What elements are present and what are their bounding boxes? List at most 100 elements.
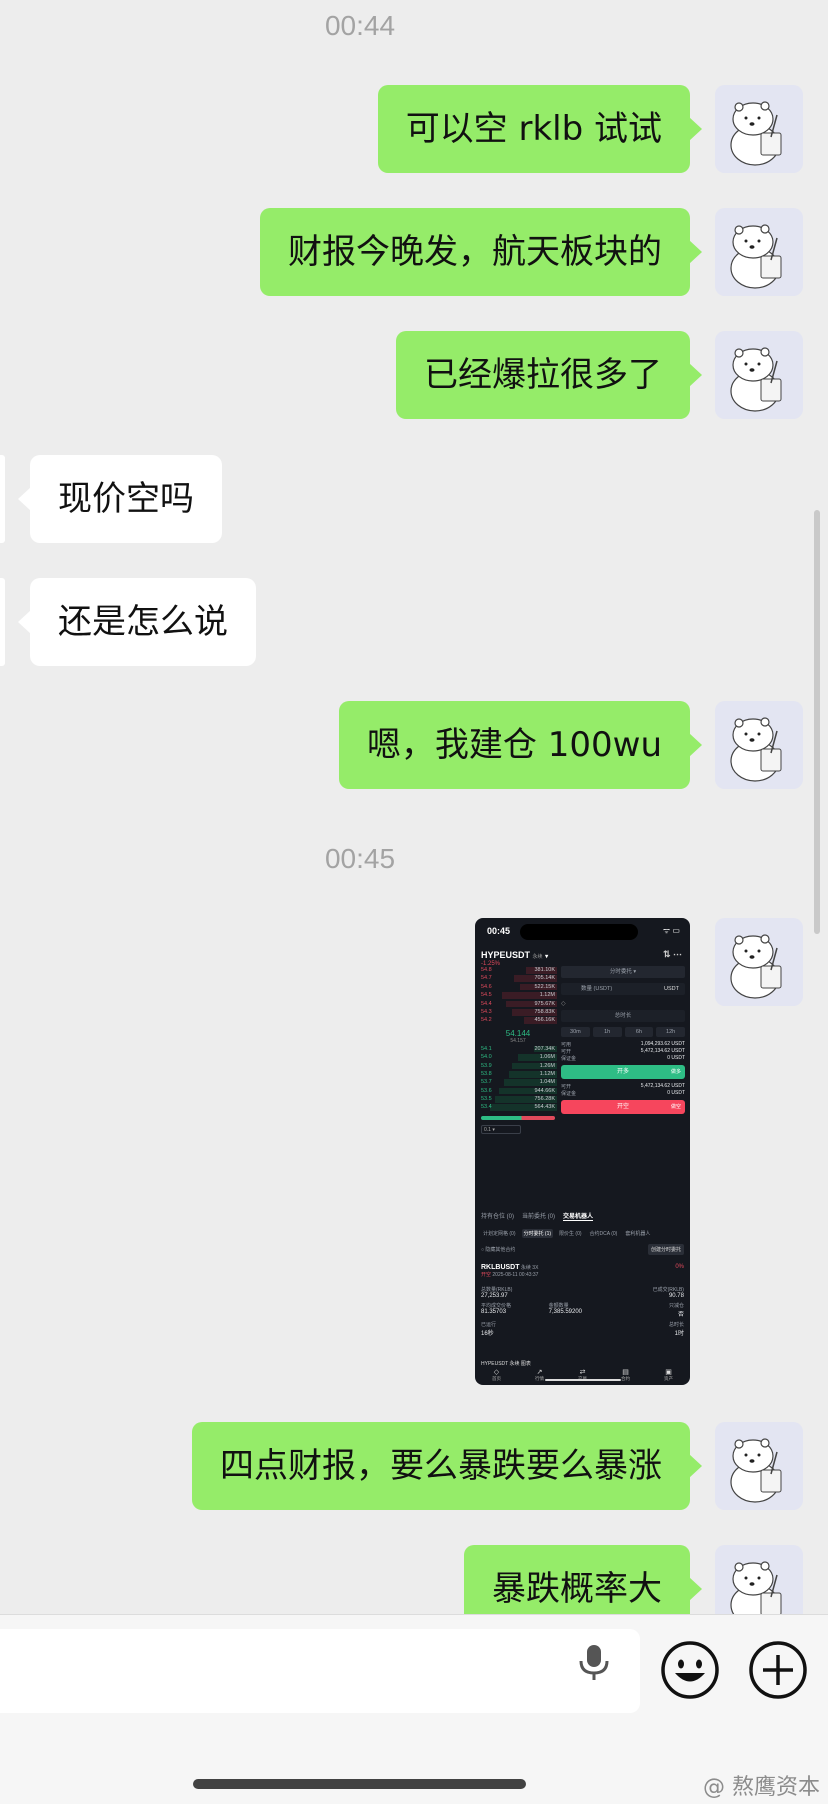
bid-price: 53.5 [481,1096,492,1103]
tab-trading-bots: 交易机器人 [563,1211,594,1221]
message-bubble-outgoing[interactable]: 可以空 rklb 试试 [377,85,703,173]
precision-select: 0.1 ▾ [481,1124,521,1134]
timestamp: 00:45 [324,843,396,874]
order-type-value: 分时委托 [609,969,632,975]
message-bubble-outgoing[interactable]: 已经爆拉很多了 [396,331,702,419]
subtab: 合约DCA (0) [589,1231,618,1237]
available-label: 可用 [561,1042,572,1048]
field-value: 27,253.97 [481,1293,508,1299]
duration-chip: 12h [656,1027,685,1037]
plus-icon[interactable] [748,1640,808,1700]
sender-avatar-edge[interactable] [0,455,5,543]
bid-qty: 207.34K [534,1045,556,1052]
ask-price: 54.8 [481,967,492,973]
message-input[interactable] [0,1629,640,1713]
ask-price: 54.6 [481,983,492,990]
assets-icon: ▣ [665,1369,672,1376]
bid-price: 53.7 [481,1079,492,1086]
open-short-label: 开空 [616,1104,629,1110]
sender-avatar-edge[interactable] [0,578,5,666]
duration-placeholder: 总时长 [614,1013,632,1019]
mark-price: 54.157 [510,1037,526,1044]
field-value: 90.78 [668,1293,684,1299]
nav-label: 行情 [535,1376,544,1381]
polar-bear-avatar-icon [715,1545,803,1614]
order-type-select: 分时委托 ▾ [561,966,685,978]
nav-item-futures: ▤ 合约 [621,1368,630,1382]
pair-tag: 永续 [532,954,543,960]
ask-price: 54.7 [481,975,492,982]
ask-qty: 456.16K [534,1017,556,1024]
message-bubble-outgoing[interactable]: 四点财报，要么暴跌要么暴涨 [192,1422,702,1510]
duration-input: 总时长 [561,1010,685,1022]
polar-bear-avatar-icon [715,85,803,173]
duration-chip: 30m [561,1027,590,1037]
input-bar: @ 熬鹰资本 [0,1614,828,1804]
chat-area[interactable]: 00:44 可以空 rklb 试试 财报今晚发，航天板块的 已经爆拉很多了 现价… [0,0,828,1614]
polar-bear-avatar-icon [715,331,803,419]
field-value: 16秒 [481,1331,494,1337]
bid-price: 53.8 [481,1070,492,1077]
margin-value: 0 USDT [667,1090,685,1096]
image-message-trading-screenshot[interactable]: 00:45 ᯤ ▭ HYPEUSDT 永续 ▾ -1.25% ⇅ ⋯ 54.8 3… [475,918,690,1385]
avatar[interactable] [715,208,803,296]
bid-qty: 1.12M [539,1070,555,1077]
hide-label: 隐藏其他合约 [485,1247,516,1253]
ask-qty: 975.67K [534,1000,556,1007]
buy-sell-ratio-bar [481,1115,555,1120]
message-bubble-outgoing[interactable]: 嗯，我建仓 100wu [338,701,703,789]
avatar[interactable] [715,1422,803,1510]
avatar[interactable] [715,1545,803,1614]
message-bubble-incoming[interactable]: 还是怎么说 [18,578,256,666]
order-progress: 0% [675,1264,684,1270]
timestamp: 00:44 [324,10,396,41]
polar-bear-avatar-icon [715,208,803,296]
polar-bear-avatar-icon [715,701,803,789]
avatar[interactable] [715,701,803,789]
message-bubble-outgoing[interactable]: 暴跌概率大 [464,1545,702,1614]
hide-other-contracts-row: ○ 隐藏其他合约 创建分时委托 [481,1244,684,1255]
ask-qty: 522.15K [534,983,556,990]
quantity-unit: USDT [664,986,679,992]
microphone-icon[interactable] [570,1637,618,1685]
ask-qty: 705.14K [534,975,556,982]
home-indicator[interactable] [193,1779,526,1789]
avatar[interactable] [715,918,803,1006]
nav-label: 首页 [492,1376,501,1381]
margin-value: 0 USDT [667,1055,685,1061]
short-tag: 做空 [670,1104,681,1110]
bot-subtabs: 计划定网格 (0) 分时委托 (1) 限价生 (0) 合约DCA (0) 套利机… [481,1229,686,1238]
message-bubble-outgoing[interactable]: 财报今晚发，航天板块的 [260,208,702,296]
settings-more-icon: ⇅ ⋯ [662,949,682,959]
nav-label: 合约 [621,1376,630,1381]
order-datetime: 2025-08-11 00:43:37 [492,1272,539,1278]
bid-price: 54.1 [481,1045,492,1052]
mid-price-value: 54.144 [505,1028,531,1038]
emoji-icon[interactable] [660,1640,720,1700]
bid-qty: 1.06M [539,1054,555,1061]
bid-qty: 944.66K [534,1087,556,1094]
chat-scrollbar[interactable] [814,510,820,934]
open-long-button: 开多 做多 [561,1065,685,1079]
ask-qty: 758.83K [534,1008,556,1015]
order-book: 54.8 381.10K 54.7 705.14K 54.6 522.15K 54.5… [479,966,557,1134]
bid-qty: 1.04M [539,1079,555,1086]
field-value: 7,385.59200 [548,1309,583,1315]
duration-chip: 6h [624,1027,654,1037]
polar-bear-avatar-icon [715,918,803,1006]
message-bubble-incoming[interactable]: 现价空吗 [18,455,222,543]
subtab: 套利机器人 [625,1231,651,1237]
avatar[interactable] [715,331,803,419]
signal-battery-icon: ᯤ ▭ [662,926,680,935]
order-fields: 总数量(RKLB) 27,253.97 已成交(RKLB) 90.78 平均成交价格… [481,1286,684,1337]
ask-price: 54.4 [481,1000,492,1007]
order-symbol: RKLBUSDT [481,1264,520,1271]
pair-header: HYPEUSDT 永续 ▾ -1.25% ⇅ ⋯ [475,944,690,967]
subtab: 计划定网格 (0) [483,1231,516,1237]
avatar[interactable] [715,85,803,173]
bid-price: 53.6 [481,1087,492,1094]
ask-price: 54.3 [481,1008,492,1015]
open-long-label: 开多 [616,1069,629,1075]
twap-order-card: RKLBUSDT 永续 3X 开空 2025-08-11 00:43:37 0%… [481,1264,684,1337]
ask-qty: 1.12M [539,992,555,999]
